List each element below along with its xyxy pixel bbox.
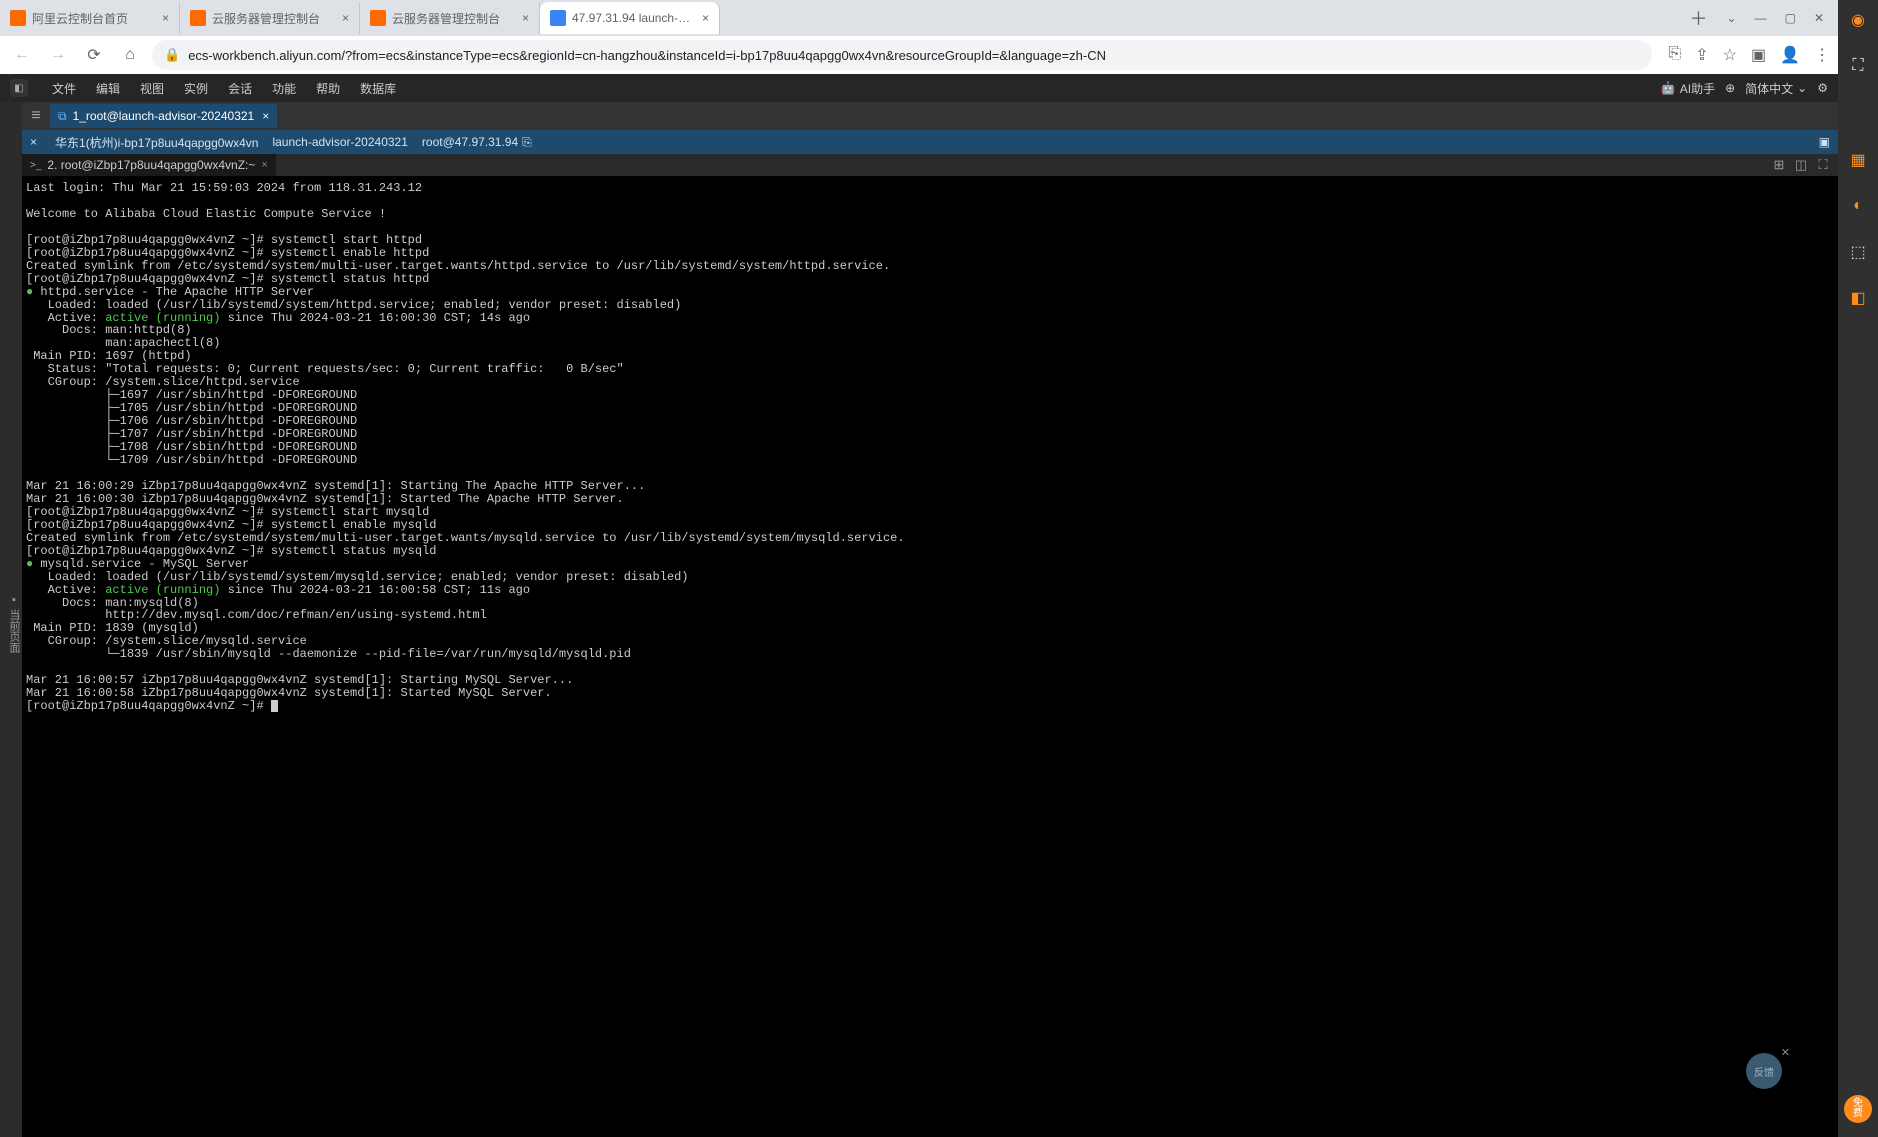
tool-icon-4[interactable]: ◧ [1844,284,1872,312]
browser-icon[interactable]: ◉ [1844,6,1872,34]
menu-item[interactable]: 实例 [174,80,218,97]
terminal-line: └─1839 /usr/sbin/mysqld --daemonize --pi… [26,648,1834,661]
terminal-icon: ⧉ [58,109,67,124]
browser-tab[interactable]: 云服务器管理控制台 × [360,2,540,34]
favicon-icon [370,10,386,26]
app-menu-bar: ◧ 文件编辑视图实例会话功能帮助数据库 🤖AI助手 ⊕ 简体中文 ⌄ ⚙ [0,74,1838,102]
maximize-terminal-icon[interactable]: ⛶ [1814,156,1832,174]
nav-home-button[interactable]: ⌂ [116,41,144,69]
right-rail: ◉ ⛶ ▦ ◐ ⬚ ◧ 免费 [1838,0,1878,1137]
menu-item[interactable]: 数据库 [350,80,406,97]
terminal-tab-bar: >_ 2. root@iZbp17p8uu4qapgg0wx4vnZ:~ × ⊞… [22,154,1838,176]
collapse-icon[interactable]: ▣ [1819,135,1830,149]
region-instance-label: 华东1(杭州)i-bp17p8uu4qapgg0wx4vn [55,134,258,151]
expand-icon[interactable]: ⛶ [1844,52,1872,80]
session-tab[interactable]: ⧉ 1_root@launch-advisor-20240321 × [50,104,277,128]
browser-tab[interactable]: 云服务器管理控制台 × [180,2,360,34]
address-bar-row: ← → ⟳ ⌂ 🔒 ecs-workbench.aliyun.com/?from… [0,36,1838,74]
tab-title: 阿里云控制台首页 [32,10,156,27]
cursor [271,700,278,712]
nav-reload-button[interactable]: ⟳ [80,41,108,69]
prompt-icon: >_ [30,160,41,171]
window-dropdown[interactable]: ⌄ [1727,11,1737,25]
free-badge[interactable]: 免费 [1844,1095,1872,1123]
window-close[interactable]: ✕ [1814,11,1824,25]
tool-icon-1[interactable]: ▦ [1844,146,1872,174]
split-terminal-icon[interactable]: ◫ [1792,156,1810,174]
share-icon[interactable]: ⇪ [1695,45,1708,65]
terminal-line: http://dev.mysql.com/doc/refman/en/using… [26,609,1834,622]
menu-item[interactable]: 文件 [42,80,86,97]
menu-item[interactable]: 视图 [130,80,174,97]
hostname-label: launch-advisor-20240321 [272,135,407,149]
menu-item[interactable]: 编辑 [86,80,130,97]
tab-strip-toggle[interactable]: ≡ [22,107,50,125]
app-logo-icon[interactable]: ◧ [10,79,28,97]
nav-forward-button[interactable]: → [44,41,72,69]
close-icon[interactable]: × [522,11,529,25]
close-icon[interactable]: × [342,11,349,25]
language-selector[interactable]: 简体中文 ⌄ [1745,80,1807,97]
session-info-bar: × 华东1(杭州)i-bp17p8uu4qapgg0wx4vn launch-a… [22,130,1838,154]
float-close-icon[interactable]: ✕ [1781,1046,1790,1059]
favicon-icon [190,10,206,26]
window-minimize[interactable]: — [1755,11,1767,25]
left-rail-item[interactable]: ▪ 当前页面 [6,590,22,657]
favicon-icon [550,10,566,26]
close-icon[interactable]: × [261,159,267,171]
window-maximize[interactable]: ▢ [1785,11,1796,25]
ai-helper-button[interactable]: 🤖AI助手 [1661,80,1715,97]
menu-item[interactable]: 会话 [218,80,262,97]
terminal-line: man:apachectl(8) [26,337,1834,350]
close-icon[interactable]: × [262,109,269,123]
chevron-down-icon: ⌄ [1797,81,1807,95]
session-tab-strip: ≡ ⧉ 1_root@launch-advisor-20240321 × [22,102,1838,130]
browser-tab[interactable]: 47.97.31.94 launch-advisor-20 × [540,2,720,34]
terminal-line: [root@iZbp17p8uu4qapgg0wx4vnZ ~]# system… [26,545,1834,558]
add-terminal-icon[interactable]: ⊞ [1770,156,1788,174]
close-icon[interactable]: × [30,135,37,149]
browser-tab-row: 阿里云控制台首页×云服务器管理控制台×云服务器管理控制台×47.97.31.94… [0,0,1838,36]
browser-tab[interactable]: 阿里云控制台首页 × [0,2,180,34]
address-bar[interactable]: 🔒 ecs-workbench.aliyun.com/?from=ecs&ins… [152,40,1652,70]
extensions-icon[interactable]: ▣ [1751,45,1766,65]
copy-icon[interactable]: ⎘ [522,135,532,149]
ai-icon: 🤖 [1661,81,1676,95]
terminal-output[interactable]: Last login: Thu Mar 21 15:59:03 2024 fro… [22,176,1838,1137]
terminal-line: [root@iZbp17p8uu4qapgg0wx4vnZ ~]# [26,700,1834,713]
lock-icon: 🔒 [164,47,180,63]
feedback-float-button[interactable]: 反馈 [1746,1053,1782,1089]
install-app-icon[interactable]: ⎘ [1668,45,1681,65]
close-icon[interactable]: × [162,11,169,25]
terminal-line: Active: active (running) since Thu 2024-… [26,312,1834,325]
profile-icon[interactable]: 👤 [1780,45,1800,65]
left-rail: ▪ 当前页面▪ 最近登录▪ 我的资产 [0,102,22,1137]
add-button[interactable]: ⊕ [1725,81,1735,95]
bookmark-star-icon[interactable]: ☆ [1723,45,1737,65]
new-tab-button[interactable]: ＋ [1685,4,1713,32]
tool-icon-2[interactable]: ◐ [1844,192,1872,220]
tab-title: 47.97.31.94 launch-advisor-20 [572,11,696,25]
tab-title: 云服务器管理控制台 [212,10,336,27]
terminal-line: Last login: Thu Mar 21 15:59:03 2024 fro… [26,182,1834,195]
nav-back-button[interactable]: ← [8,41,36,69]
terminal-line: Active: active (running) since Thu 2024-… [26,584,1834,597]
terminal-line: └─1709 /usr/sbin/httpd -DFOREGROUND [26,454,1834,467]
terminal-line: Mar 21 16:00:58 iZbp17p8uu4qapgg0wx4vnZ … [26,687,1834,700]
url-text: ecs-workbench.aliyun.com/?from=ecs&insta… [188,48,1106,63]
tool-icon-3[interactable]: ⬚ [1844,238,1872,266]
menu-item[interactable]: 功能 [262,80,306,97]
menu-item[interactable]: 帮助 [306,80,350,97]
favicon-icon [10,10,26,26]
terminal-tab[interactable]: >_ 2. root@iZbp17p8uu4qapgg0wx4vnZ:~ × [22,154,276,176]
close-icon[interactable]: × [702,11,709,25]
kebab-menu-icon[interactable]: ⋮ [1814,45,1830,65]
terminal-line: Welcome to Alibaba Cloud Elastic Compute… [26,208,1834,221]
terminal-line: Docs: man:httpd(8) [26,324,1834,337]
tab-title: 云服务器管理控制台 [392,10,516,27]
user-host-label: root@47.97.31.94⎘ [422,135,532,150]
settings-gear-icon[interactable]: ⚙ [1817,81,1828,95]
